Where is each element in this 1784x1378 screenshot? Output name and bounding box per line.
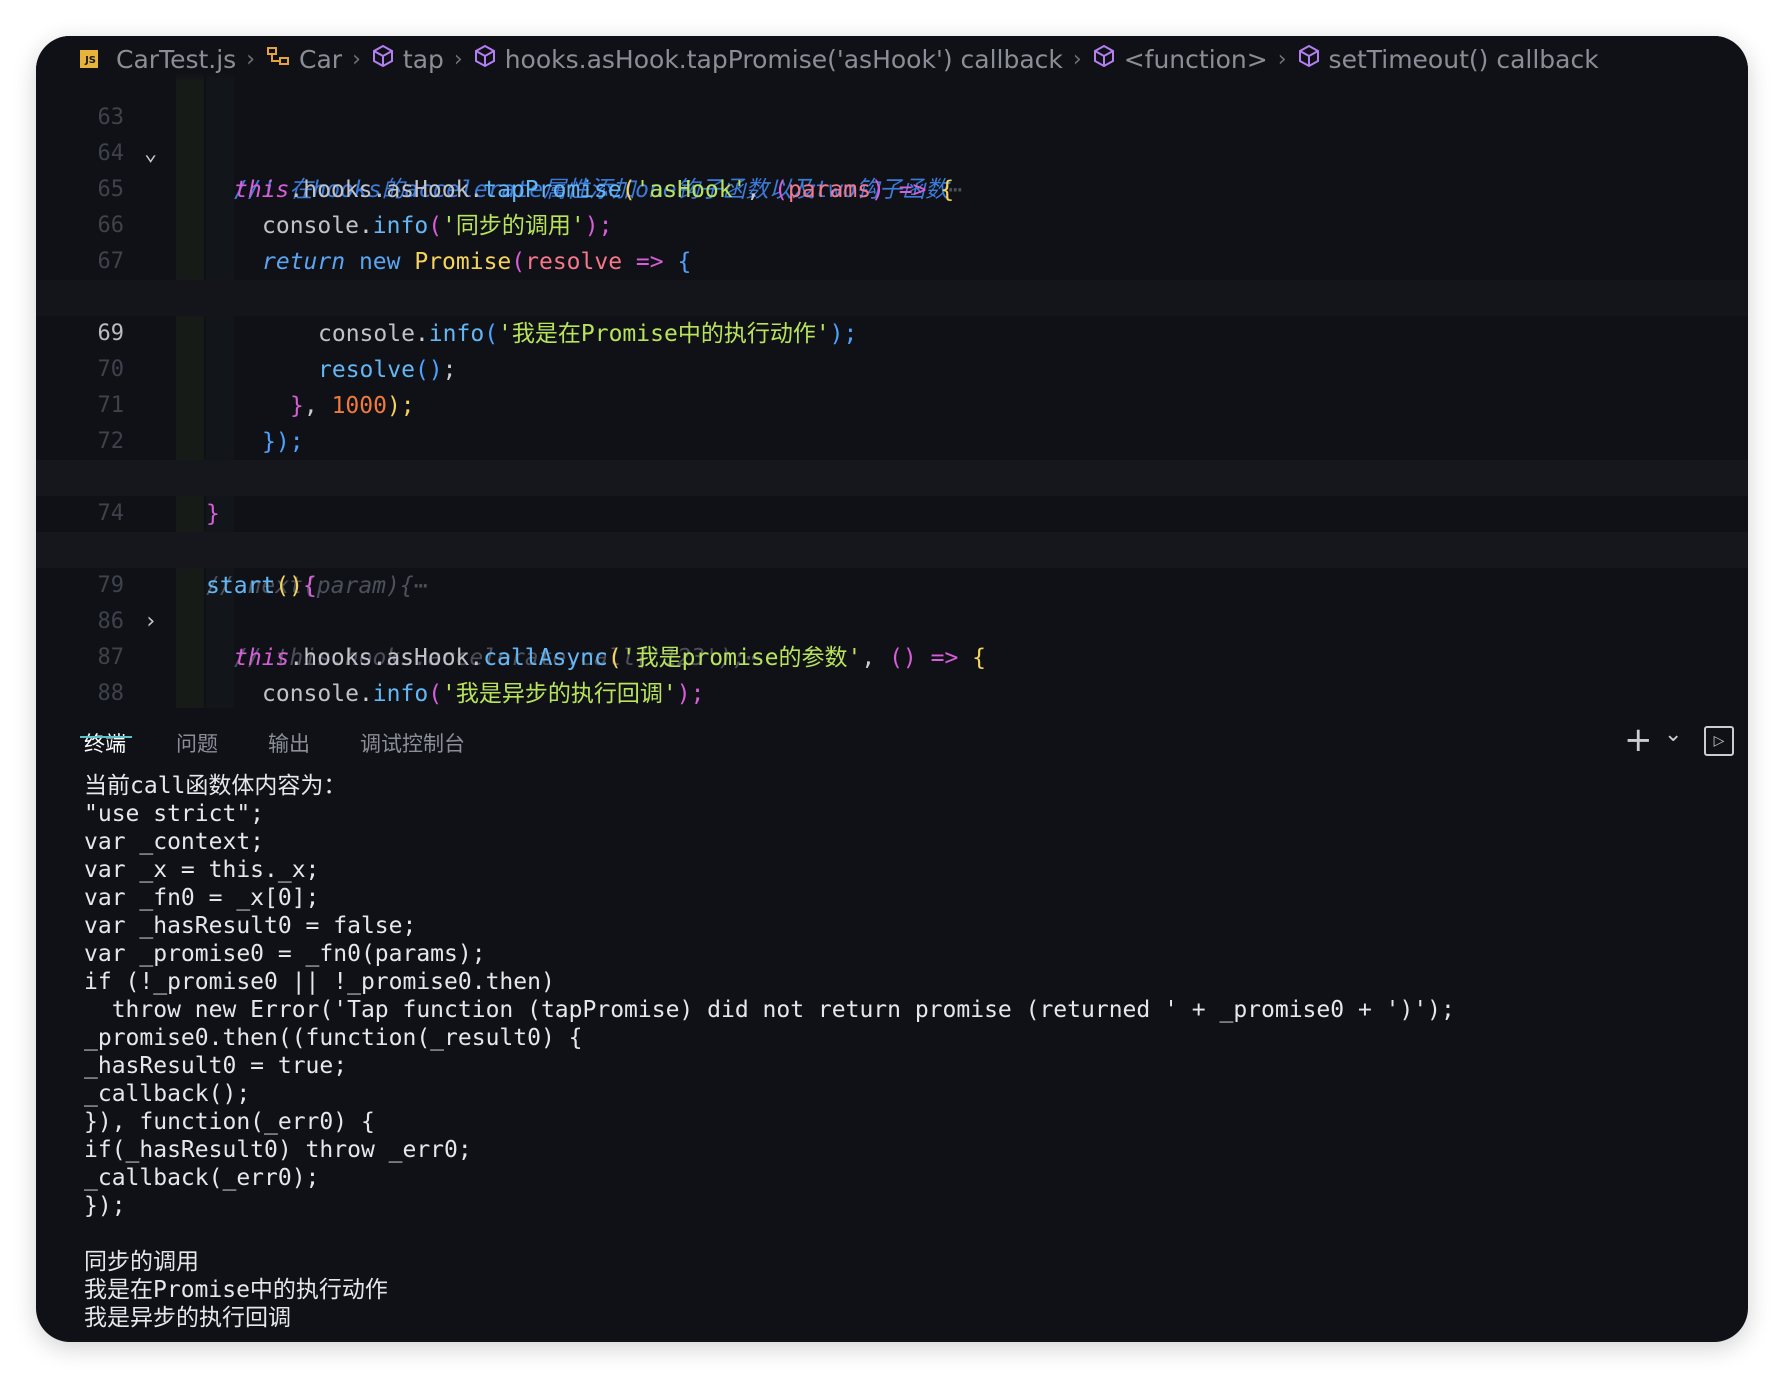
code-line: 87 console.info('我是异步的执行回调'); — [97, 645, 705, 707]
terminal-line: _callback(); — [84, 1081, 251, 1107]
code-line-folded: 79 › // this.hooks.accelerate.call('123'… — [36, 532, 1748, 671]
method-cube-icon — [1297, 44, 1321, 74]
code-line: 65 console.info('同步的调用'); — [97, 177, 613, 239]
code-editor[interactable]: 63 ⌄ //! 在hooks的accelerate属性添加one钩子函数以及t… — [36, 72, 1748, 710]
active-tab-indicator — [80, 736, 132, 738]
code-line: 71 }); — [97, 393, 304, 455]
tab-terminal[interactable]: 终端 — [84, 728, 126, 758]
breadcrumb-item-method[interactable]: tap — [371, 44, 444, 74]
chevron-right-icon: › — [352, 46, 361, 72]
chevron-right-icon: › — [453, 46, 463, 72]
panel-tab-bar: 终端 问题 输出 调试控制台 — [36, 710, 1748, 770]
terminal-line: var _hasResult0 = false; — [84, 913, 417, 939]
breadcrumb-label: tap — [402, 44, 444, 74]
terminal-line: 我是在Promise中的执行动作 — [84, 1277, 388, 1303]
terminal-line: var _context; — [84, 829, 265, 855]
tab-problems[interactable]: 问题 — [176, 728, 218, 758]
code-line: 86 this.hooks.asHook.callAsync('我是promis… — [97, 609, 987, 671]
terminal-line: if(_hasResult0) throw _err0; — [84, 1137, 472, 1163]
terminal-line: 同步的调用 — [84, 1249, 199, 1275]
terminal-line: 当前call函数体内容为： — [84, 773, 347, 799]
breadcrumb-item-function[interactable]: <function> — [1092, 44, 1268, 74]
terminal-line: _callback(_err0); — [84, 1165, 320, 1191]
method-cube-icon — [473, 44, 497, 74]
code-line-current: 69 resolve(); — [36, 280, 1748, 383]
editor-window: JS CarTest.js › Car › tap › hooks.asHook… — [36, 36, 1748, 1342]
breadcrumb-item-callback[interactable]: hooks.asHook.tapPromise('asHook') callba… — [473, 44, 1063, 74]
breadcrumb-label: setTimeout() callback — [1328, 44, 1599, 74]
js-file-icon: JS — [80, 50, 98, 68]
code-line: 72 }); — [97, 429, 276, 491]
terminal-line: _hasResult0 = true; — [84, 1053, 348, 1079]
terminal-line: var _fn0 = _x[0]; — [84, 885, 320, 911]
breadcrumb-label: CarTest.js — [116, 44, 237, 74]
add-terminal-button[interactable]: + — [1624, 720, 1653, 760]
terminal-output[interactable]: 当前call函数体内容为： "use strict"; var _context; v… — [84, 772, 1728, 1332]
terminal-line: }), function(_err0) { — [84, 1109, 375, 1135]
code-line: 88 }); — [97, 681, 125, 706]
chevron-right-icon: › — [246, 46, 256, 72]
code-line: 67 setTimeout(() => { — [97, 249, 540, 311]
code-line: 66 return new Promise(resolve => { — [97, 213, 692, 275]
chevron-right-icon: › — [1072, 46, 1082, 72]
breadcrumb-label: hooks.asHook.tapPromise('asHook') callba… — [504, 44, 1063, 74]
breadcrumb: JS CarTest.js › Car › tap › hooks.asHook… — [36, 36, 1748, 82]
terminal-line: var _x = this._x; — [84, 857, 320, 883]
breadcrumb-label: Car — [299, 44, 343, 74]
method-cube-icon — [1092, 44, 1116, 74]
chevron-right-icon: › — [1277, 46, 1287, 72]
breadcrumb-item-class[interactable]: Car — [265, 44, 342, 74]
code-line: 64 this.hooks.asHook.tapPromise('asHook'… — [97, 141, 955, 203]
tab-debug-console[interactable]: 调试控制台 — [360, 728, 465, 758]
breadcrumb-label: <function> — [1123, 44, 1268, 74]
terminal-line: }); — [84, 1193, 126, 1219]
terminal-line: "use strict"; — [84, 801, 265, 827]
terminal-line: var _promise0 = _fn0(params); — [84, 941, 486, 967]
split-terminal-button[interactable]: ▷ — [1704, 726, 1734, 756]
code-line: 68 console.info('我是在Promise中的执行动作'); — [98, 285, 858, 347]
code-line: 70 }, 1000); — [97, 357, 415, 419]
chevron-down-icon[interactable]: ⌄ — [1664, 722, 1682, 747]
breadcrumb-item-file[interactable]: JS CarTest.js — [80, 45, 236, 74]
method-cube-icon — [371, 44, 395, 74]
terminal-line: 我是异步的执行回调 — [84, 1305, 291, 1331]
breadcrumb-item-settimeout[interactable]: setTimeout() callback — [1297, 44, 1599, 74]
code-line: 78 start(){ — [98, 537, 317, 599]
code-line-folded: 74 › // next(param){⋯ — [36, 460, 1748, 599]
terminal-line: throw new Error('Tap function (tapPromis… — [84, 997, 1455, 1023]
tab-output[interactable]: 输出 — [268, 728, 310, 758]
terminal-line: _promise0.then((function(_result0) { — [84, 1025, 583, 1051]
terminal-line: if (!_promise0 || !_promise0.then) — [84, 969, 555, 995]
class-icon — [265, 44, 291, 74]
code-line: 73 } — [98, 465, 220, 527]
